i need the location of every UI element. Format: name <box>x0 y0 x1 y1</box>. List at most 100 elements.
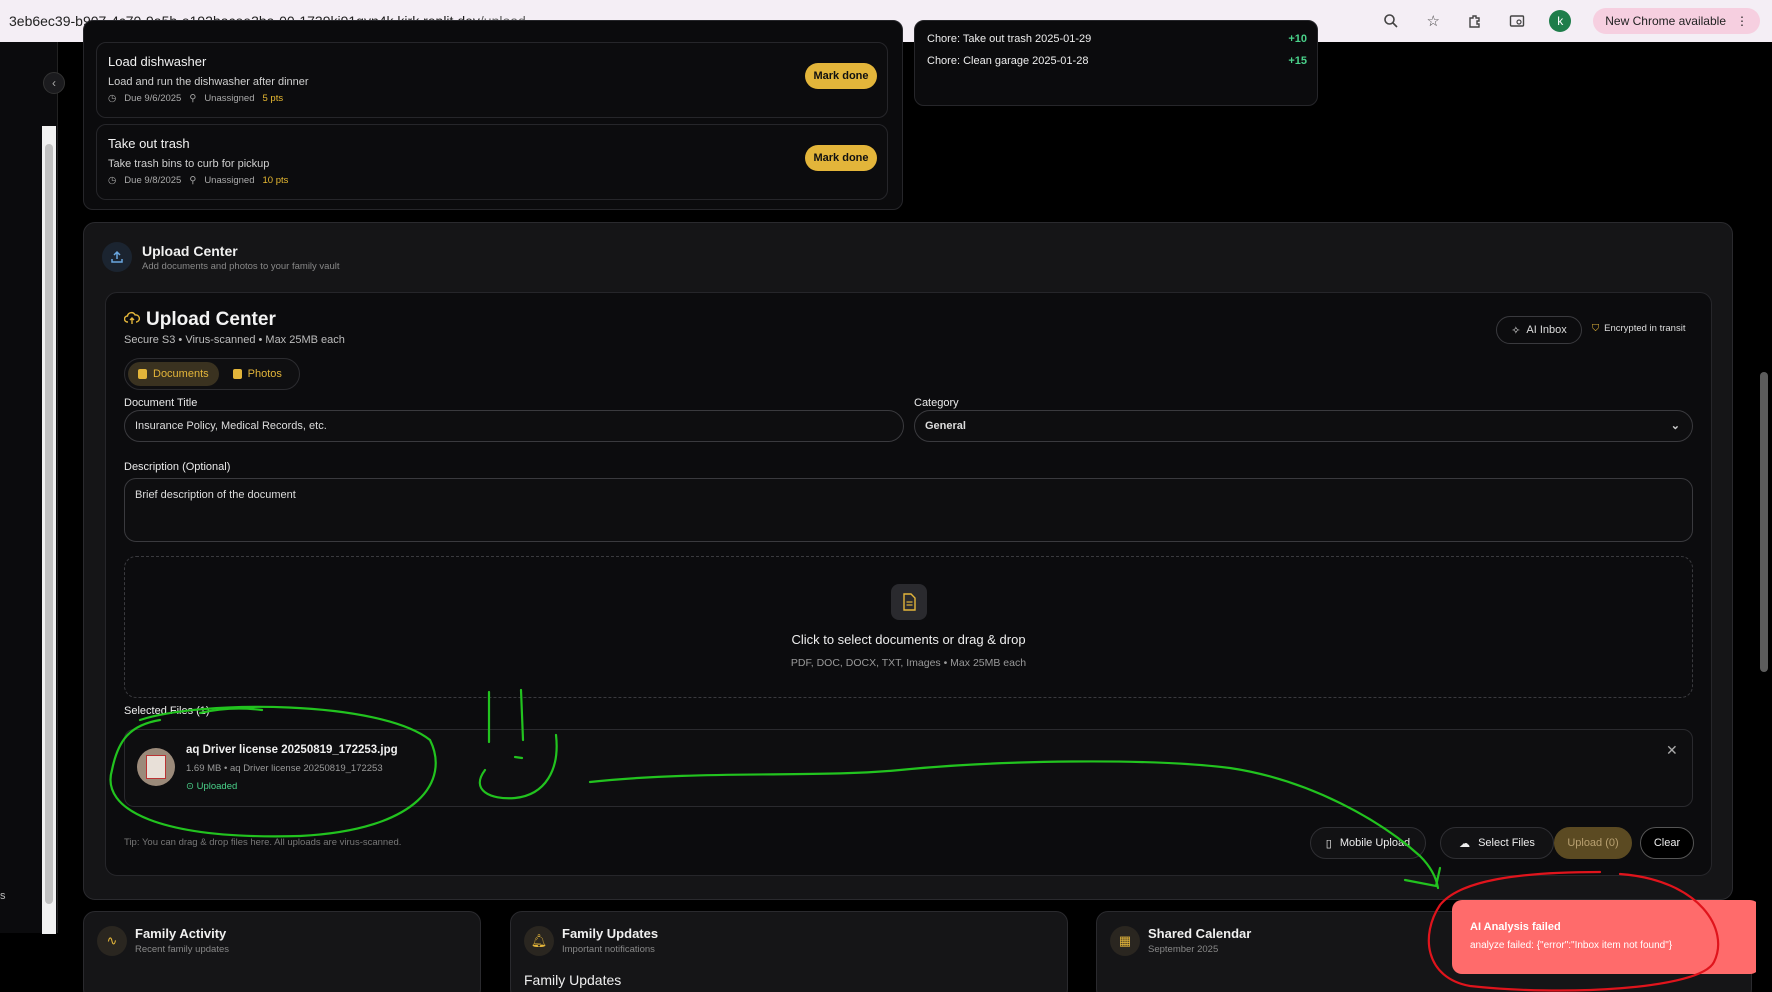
mobile-upload-label: Mobile Upload <box>1339 837 1411 849</box>
recent-points: +15 <box>1288 55 1307 67</box>
chore-points: 10 pts <box>262 175 289 186</box>
zoom-icon[interactable] <box>1381 11 1401 31</box>
upload-center-title: Upload Center <box>146 309 276 330</box>
file-dropzone[interactable] <box>124 556 1693 698</box>
sparkles-icon: ✧ <box>1511 324 1521 337</box>
family-updates-title: Family Updates <box>562 926 659 941</box>
extensions-icon[interactable] <box>1465 11 1485 31</box>
dropzone-text: Click to select documents or drag & drop <box>791 632 1026 647</box>
encrypted-badge: ⛉ Encrypted in transit <box>1592 323 1685 334</box>
mobile-upload-button[interactable]: ▯ Mobile Upload <box>1310 827 1426 859</box>
tab-photos-label: Photos <box>247 368 282 380</box>
clock-icon: ◷ <box>108 93 117 104</box>
bookmark-star-icon[interactable]: ☆ <box>1423 11 1443 31</box>
family-updates-inner-heading: Family Updates <box>524 972 622 988</box>
calendar-icon: ▦ <box>1110 926 1140 956</box>
file-status-label: Uploaded <box>196 781 238 792</box>
user-icon: ⚲ <box>189 93 197 104</box>
file-text-icon <box>891 584 927 620</box>
profile-avatar[interactable]: k <box>1549 10 1572 32</box>
page-scroll-thumb[interactable] <box>1760 372 1768 672</box>
tab-documents[interactable]: Documents <box>128 362 219 386</box>
clock-icon: ◷ <box>108 175 117 186</box>
activity-icon: ∿ <box>97 926 127 956</box>
file-meta: 1.69 MB • aq Driver license 20250819_172… <box>186 763 383 774</box>
chore-item: Load dishwasher Load and run the dishwas… <box>96 42 888 118</box>
remove-file-close-icon[interactable]: ✕ <box>1666 742 1678 759</box>
chevron-down-icon: ⌄ <box>1670 420 1680 432</box>
category-label: Category <box>914 397 959 409</box>
ai-inbox-label: AI Inbox <box>1526 324 1567 336</box>
upload-button[interactable]: Upload (0) <box>1554 827 1632 859</box>
upload-center-subtitle: Secure S3 • Virus-scanned • Max 25MB eac… <box>124 334 345 346</box>
sidebar-scroll-thumb[interactable] <box>45 144 53 904</box>
mark-done-button[interactable]: Mark done <box>805 63 877 89</box>
photo-icon <box>232 369 242 379</box>
shared-calendar-subtitle: September 2025 <box>1148 944 1219 955</box>
user-icon: ⚲ <box>189 175 197 186</box>
description-textarea[interactable]: Brief description of the document <box>124 478 1693 542</box>
ai-inbox-button[interactable]: ✧ AI Inbox <box>1496 316 1582 344</box>
document-title-placeholder: Insurance Policy, Medical Records, etc. <box>135 420 327 432</box>
file-name: aq Driver license 20250819_172253.jpg <box>186 744 398 756</box>
description-label: Description (Optional) <box>124 461 231 473</box>
chore-description: Load and run the dishwasher after dinner <box>108 76 309 88</box>
section-title: Upload Center <box>142 243 238 259</box>
category-value: General <box>925 420 966 432</box>
recent-text: Chore: Clean garage 2025-01-28 <box>927 55 1089 67</box>
document-icon <box>138 369 147 379</box>
upload-type-tabs: Documents Photos <box>124 358 300 390</box>
chore-item: Take out trash Take trash bins to curb f… <box>96 124 888 200</box>
file-thumbnail <box>137 748 175 786</box>
shared-calendar-title: Shared Calendar <box>1148 926 1252 941</box>
section-subtitle: Add documents and photos to your family … <box>142 261 340 272</box>
upload-tip: Tip: You can drag & drop files here. All… <box>124 837 402 848</box>
category-select[interactable]: General ⌄ <box>914 410 1693 442</box>
tab-photos[interactable]: Photos <box>223 362 292 386</box>
new-chrome-button[interactable]: New Chrome available ⋮ <box>1593 8 1760 34</box>
dropzone-formats: PDF, DOC, DOCX, TXT, Images • Max 25MB e… <box>790 657 1027 669</box>
chore-assignee: Unassigned <box>204 175 255 186</box>
shield-check-icon: ⛉ <box>1592 323 1600 334</box>
mark-done-button[interactable]: Mark done <box>805 145 877 171</box>
check-circle-icon: ⊙ <box>186 781 197 792</box>
encrypted-label: Encrypted in transit <box>1604 323 1686 334</box>
chore-assignee: Unassigned <box>204 93 255 104</box>
sidebar-scrollbar[interactable] <box>42 126 56 934</box>
chore-description: Take trash bins to curb for pickup <box>108 158 270 170</box>
recent-item: Chore: Take out trash 2025-01-29 +10 <box>927 33 1307 45</box>
smartphone-icon: ▯ <box>1325 837 1332 850</box>
chore-title: Take out trash <box>108 136 190 151</box>
recent-item: Chore: Clean garage 2025-01-28 +15 <box>927 55 1307 67</box>
select-files-label: Select Files <box>1478 837 1535 849</box>
sidebar-collapse-chevron-icon[interactable]: ‹ <box>43 72 65 94</box>
new-chrome-label: New Chrome available <box>1605 14 1726 28</box>
chore-points: 5 pts <box>262 93 284 104</box>
recent-points: +10 <box>1288 33 1307 45</box>
file-status: ⊙ Uploaded <box>186 781 237 792</box>
sidebar-stray-text: s <box>0 890 6 902</box>
family-updates-subtitle: Important notifications <box>562 944 655 955</box>
clear-button[interactable]: Clear <box>1640 827 1694 859</box>
page-scrollbar[interactable] <box>1756 42 1772 992</box>
cloud-icon: ☁ <box>1459 837 1471 850</box>
recent-text: Chore: Take out trash 2025-01-29 <box>927 33 1092 45</box>
family-activity-title: Family Activity <box>135 926 227 941</box>
chore-title: Load dishwasher <box>108 54 207 69</box>
tab-documents-label: Documents <box>153 368 209 380</box>
select-files-button[interactable]: ☁ Select Files <box>1440 827 1554 859</box>
description-placeholder: Brief description of the document <box>135 489 296 501</box>
family-activity-subtitle: Recent family updates <box>135 944 229 955</box>
kebab-menu-icon: ⋮ <box>1736 14 1748 28</box>
recent-points-panel: Chore: Take out trash 2025-01-29 +10 Chor… <box>914 20 1318 106</box>
cloud-upload-icon <box>123 311 141 330</box>
selected-files-label: Selected Files (1) <box>124 705 210 717</box>
document-title-label: Document Title <box>124 397 198 409</box>
error-toast[interactable]: AI Analysis failed analyze failed: {"err… <box>1452 900 1760 974</box>
toast-message: analyze failed: {"error":"Inbox item not… <box>1470 940 1673 951</box>
document-title-input[interactable]: Insurance Policy, Medical Records, etc. <box>124 410 904 442</box>
tab-search-icon[interactable] <box>1507 11 1527 31</box>
toast-title: AI Analysis failed <box>1470 921 1561 933</box>
chore-due: Due 9/6/2025 <box>124 93 182 104</box>
chore-due: Due 9/8/2025 <box>124 175 182 186</box>
